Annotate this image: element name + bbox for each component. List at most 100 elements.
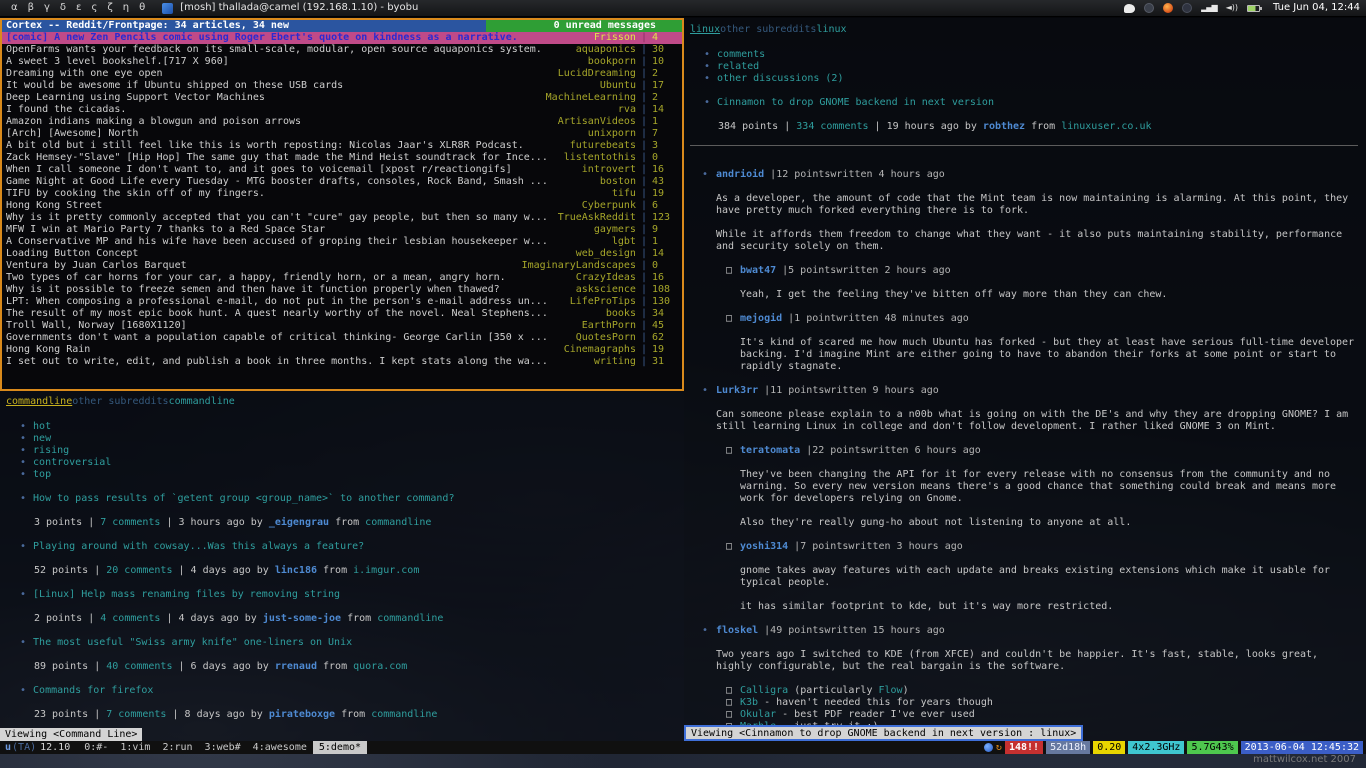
view-link[interactable]: comments: [717, 49, 765, 60]
sort-link[interactable]: controversial: [33, 457, 111, 468]
post-comments-link[interactable]: 334 comments: [796, 121, 868, 132]
article-row[interactable]: Why is it possible to freeze semen and t…: [2, 284, 682, 296]
workspace-tag[interactable]: ς: [86, 2, 102, 14]
article-row[interactable]: [comic] A new Zen Pencils comic using Ro…: [2, 32, 682, 44]
article-row[interactable]: Zack Hemsey-"Slave" [Hip Hop] The same g…: [2, 152, 682, 164]
sort-link[interactable]: new: [33, 433, 51, 444]
firefox-icon[interactable]: [1163, 3, 1173, 13]
article-row[interactable]: I set out to write, edit, and publish a …: [2, 356, 682, 368]
comment-author[interactable]: teratomata: [740, 445, 800, 456]
comment-author[interactable]: mejogid: [740, 313, 782, 324]
article-row[interactable]: A Conservative MP and his wife have been…: [2, 236, 682, 248]
article-row[interactable]: Deep Learning using Support Vector Machi…: [2, 92, 682, 104]
comment-author[interactable]: bwat47: [740, 265, 776, 276]
article-row[interactable]: It would be awesome if Ubuntu shipped on…: [2, 80, 682, 92]
article-row[interactable]: TIFU by cooking the skin off of my finge…: [2, 188, 682, 200]
workspace-tag[interactable]: θ: [134, 2, 150, 14]
article-row[interactable]: Troll Wall, Norway [1680X1120] EarthPorn…: [2, 320, 682, 332]
article-row[interactable]: Game Night at Good Life every Tuesday - …: [2, 176, 682, 188]
article-row[interactable]: MFW I win at Mario Party 7 thanks to a R…: [2, 224, 682, 236]
comment-author[interactable]: andrioid: [716, 169, 764, 180]
tab-current-subreddit[interactable]: commandline: [6, 396, 72, 407]
post-title[interactable]: Commands for firefox: [33, 685, 153, 696]
media-icon[interactable]: [1182, 3, 1192, 13]
post-author[interactable]: robthez: [983, 121, 1025, 132]
post-author[interactable]: rrenaud: [275, 661, 317, 672]
post-comments-link[interactable]: 7 comments: [100, 517, 160, 528]
workspace-tag[interactable]: ε: [71, 2, 86, 14]
article-row[interactable]: When I call someone I don't want to, and…: [2, 164, 682, 176]
comment-author[interactable]: Lurk3rr: [716, 385, 758, 396]
post-author[interactable]: just-some-joe: [263, 613, 341, 624]
post-source[interactable]: i.imgur.com: [353, 565, 419, 576]
article-row[interactable]: Hong Kong Rain Cinemagraphs | 19: [2, 344, 682, 356]
tmux-window-tab[interactable]: 5:demo*: [313, 741, 367, 754]
article-row[interactable]: Why is it pretty commonly accepted that …: [2, 212, 682, 224]
post-points: 23 points: [34, 709, 88, 720]
workspace-tag[interactable]: α: [6, 2, 23, 14]
post-title[interactable]: The most useful "Swiss army knife" one-l…: [33, 637, 352, 648]
post-source[interactable]: quora.com: [353, 661, 407, 672]
article-row[interactable]: [Arch] [Awesome] North unixporn | 7: [2, 128, 682, 140]
workspace-tag[interactable]: β: [23, 2, 39, 14]
post-source[interactable]: commandline: [365, 517, 431, 528]
article-row[interactable]: I found the cicadas. rva | 14: [2, 104, 682, 116]
tmux-window-tab[interactable]: 3:web#: [199, 741, 247, 754]
article-row[interactable]: Hong Kong Street Cyberpunk | 6: [2, 200, 682, 212]
comment-timestamp: written 6 hours ago: [866, 445, 980, 456]
sort-link[interactable]: rising: [33, 445, 69, 456]
article-row[interactable]: A bit old but i still feel like this is …: [2, 140, 682, 152]
tab-subreddit[interactable]: linux: [816, 24, 846, 35]
wifi-icon[interactable]: ▂▄▆: [1201, 2, 1216, 14]
tmux-window-tab[interactable]: 0:#-: [78, 741, 114, 754]
workspace-tag[interactable]: η: [118, 2, 134, 14]
meta-separator: |: [172, 565, 190, 576]
post-source[interactable]: commandline: [371, 709, 437, 720]
chat-icon[interactable]: [1144, 3, 1154, 13]
systray-icon[interactable]: [984, 743, 993, 752]
sort-link[interactable]: hot: [33, 421, 51, 432]
sort-link[interactable]: top: [33, 469, 51, 480]
post-title[interactable]: Playing around with cowsay...Was this al…: [33, 541, 364, 552]
article-row[interactable]: Two types of car horns for your car, a h…: [2, 272, 682, 284]
post-comments-link[interactable]: 4 comments: [100, 613, 160, 624]
article-row[interactable]: LPT: When composing a professional e-mai…: [2, 296, 682, 308]
article-row[interactable]: Amazon indians making a blowgun and pois…: [2, 116, 682, 128]
post-title[interactable]: How to pass results of `getent group <gr…: [33, 493, 454, 504]
tab-other-subreddits[interactable]: other subreddits: [720, 24, 816, 35]
tmux-window-tab[interactable]: 1:vim: [114, 741, 156, 754]
article-comment-count: 130: [652, 296, 682, 308]
article-row[interactable]: A sweet 3 level bookshelf.[717 X 960] bo…: [2, 56, 682, 68]
comment-author[interactable]: yoshi314: [740, 541, 788, 552]
comment-author[interactable]: floskel: [716, 625, 758, 636]
post-source[interactable]: commandline: [377, 613, 443, 624]
article-row[interactable]: Dreaming with one eye open LucidDreaming…: [2, 68, 682, 80]
article-row[interactable]: Governments don't want a population capa…: [2, 332, 682, 344]
post-title[interactable]: Cinnamon to drop GNOME backend in next v…: [717, 97, 994, 108]
view-link[interactable]: related: [717, 61, 759, 72]
article-row[interactable]: Loading Button Concept web_design | 14: [2, 248, 682, 260]
article-row[interactable]: The result of my most epic book hunt. A …: [2, 308, 682, 320]
view-link-row: •comments: [690, 49, 1358, 61]
tab-current-subreddit[interactable]: linux: [690, 24, 720, 35]
post-comments-link[interactable]: 7 comments: [106, 709, 166, 720]
workspace-tag[interactable]: γ: [39, 2, 55, 14]
tab-subreddit[interactable]: commandline: [169, 396, 235, 407]
post-source[interactable]: linuxuser.co.uk: [1061, 121, 1151, 132]
post-comments-link[interactable]: 40 comments: [106, 661, 172, 672]
volume-icon[interactable]: ◄)): [1226, 2, 1238, 14]
workspace-tag[interactable]: δ: [55, 2, 71, 14]
post-comments-link[interactable]: 20 comments: [106, 565, 172, 576]
tmux-window-tab[interactable]: 2:run: [156, 741, 198, 754]
tmux-window-tab[interactable]: 4:awesome: [247, 741, 313, 754]
article-row[interactable]: Ventura by Juan Carlos Barquet Imaginary…: [2, 260, 682, 272]
post-title[interactable]: [Linux] Help mass renaming files by remo…: [33, 589, 340, 600]
view-link[interactable]: other discussions (2): [717, 73, 843, 84]
article-row[interactable]: OpenFarms wants your feedback on its sma…: [2, 44, 682, 56]
tab-other-subreddits[interactable]: other subreddits: [72, 396, 168, 407]
workspace-tag[interactable]: ζ: [102, 2, 117, 14]
post-author[interactable]: _eigengrau: [269, 517, 329, 528]
twitter-icon[interactable]: [1124, 4, 1135, 13]
post-author[interactable]: pirateboxge: [269, 709, 335, 720]
post-author[interactable]: linc186: [275, 565, 317, 576]
